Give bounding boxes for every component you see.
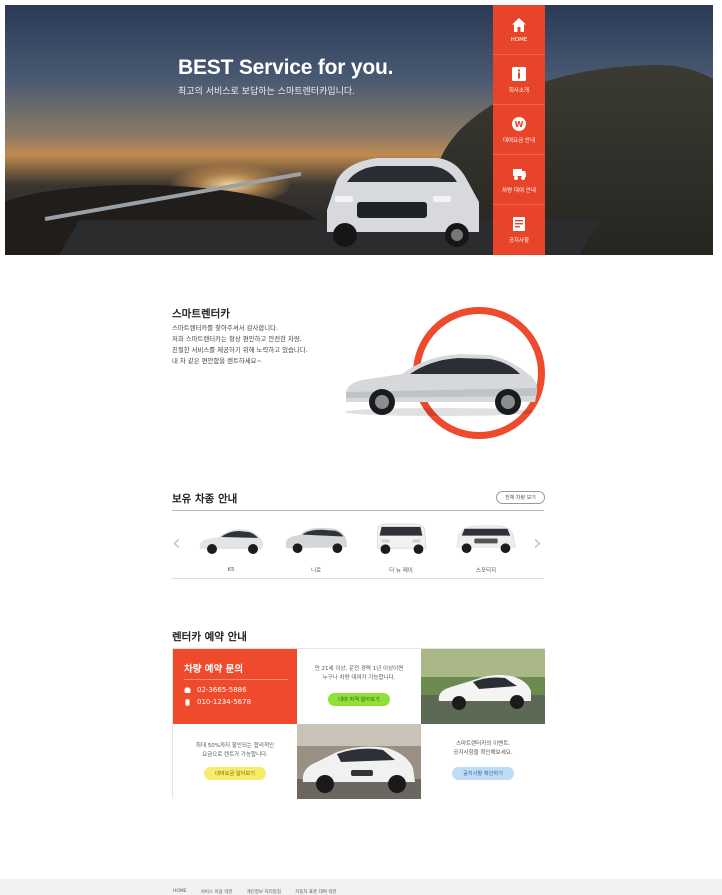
event-text: 스마트렌터카의 이벤트, 공지사항을 확인해보세요.	[421, 740, 545, 758]
carousel-next-icon[interactable]: ›	[533, 533, 542, 555]
reservation-grid: 차량 예약 문의 02-3665-5886 010-1234-5678 만 21…	[172, 648, 545, 799]
hero-banner: BEST Service for you. 최고의 서비스로 보답하는 스마트렌…	[5, 5, 713, 255]
vehicle-name: K5	[227, 567, 235, 573]
mobile-text: 010-1234-5678	[197, 698, 252, 706]
white-bmw-photo	[297, 724, 421, 799]
vehicles-section-title: 보유 차종 안내	[172, 493, 238, 505]
footer-link-terms[interactable]: 서비스 이용 약관	[201, 889, 233, 895]
age-text: 만 21세 이상, 운전 경력 1년 이상이면 누구나 차량 대여가 가능합니다…	[297, 665, 421, 683]
nav-notice[interactable]: 공지사항	[493, 205, 545, 255]
discount-box: 최대 50%까지 할인되는 합리적인 요금으로 렌트가 가능합니다. 대여요금 …	[173, 724, 297, 799]
footer-link-home[interactable]: HOME	[173, 889, 187, 895]
phone-text: 02-3665-5886	[197, 686, 247, 694]
intro-sedan-image	[345, 354, 538, 416]
nav-home-label: HOME	[510, 36, 528, 43]
footer-links: HOME 서비스 이용 약관 개인정보 처리방침 자동차 표준 대여 약관	[173, 889, 337, 895]
divider	[172, 510, 544, 511]
event-box: 스마트렌터카의 이벤트, 공지사항을 확인해보세요. 공지사항 확인하기	[421, 724, 545, 799]
notice-icon	[511, 216, 527, 232]
vehicle-name: 더 뉴 레이	[389, 568, 413, 574]
car-ray-image	[377, 523, 427, 555]
divider	[172, 578, 544, 579]
svg-text:W: W	[515, 120, 524, 129]
divider	[184, 679, 288, 680]
age-requirement-box: 만 21세 이상, 운전 경력 1년 이상이면 누구나 차량 대여가 가능합니다…	[297, 649, 421, 724]
nav-notice-label: 공지사항	[508, 238, 530, 244]
nav-about[interactable]: 회사소개	[493, 55, 545, 105]
nav-rental-guide[interactable]: 차량 대여 안내	[493, 155, 545, 205]
event-text-line: 공지사항을 확인해보세요.	[453, 750, 513, 756]
reservation-section-title: 렌터카 예약 안내	[172, 631, 247, 643]
phone-icon	[184, 687, 191, 694]
carousel-prev-icon[interactable]: ‹	[172, 533, 181, 555]
car-rental-icon	[511, 166, 527, 182]
nav-rental-guide-label: 차량 대여 안내	[502, 187, 536, 194]
nav-about-label: 회사소개	[508, 87, 530, 94]
footer-link-rental-terms[interactable]: 자동차 표준 대여 약관	[295, 889, 337, 895]
phone-number[interactable]: 02-3665-5886	[184, 686, 247, 694]
car-niro-image	[285, 527, 348, 554]
vehicle-card-ray[interactable]: 더 뉴 레이	[361, 518, 441, 574]
age-text-line: 만 21세 이상, 운전 경력 1년 이상이면	[314, 666, 404, 672]
footer-link-privacy[interactable]: 개인정보 처리방침	[247, 889, 282, 895]
discount-text-line: 요금으로 렌트가 가능합니다.	[202, 752, 268, 758]
car-k5-image	[199, 529, 264, 554]
intro-line: 친절한 서비스를 제공하기 위해 노력하고 있습니다.	[172, 346, 308, 354]
white-sports-car-photo	[421, 649, 545, 724]
mobile-icon	[184, 698, 191, 706]
vehicle-name: 스포티지	[475, 568, 497, 574]
reservation-inquiry-box: 차량 예약 문의 02-3665-5886 010-1234-5678	[173, 649, 297, 724]
mobile-number[interactable]: 010-1234-5678	[184, 698, 251, 706]
event-text-line: 스마트렌터카의 이벤트,	[455, 741, 511, 747]
hero-title: BEST Service for you.	[178, 56, 394, 79]
intro-line: 저희 스마트렌터카는 항상 편안하고 안전한 차량,	[172, 335, 302, 343]
vehicle-card-sportage[interactable]: 스포티지	[446, 518, 526, 574]
age-text-line: 누구나 차량 대여가 가능합니다.	[322, 675, 396, 681]
vehicle-name: 니로	[310, 568, 322, 574]
discount-text: 최대 50%까지 할인되는 합리적인 요금으로 렌트가 가능합니다.	[173, 742, 297, 760]
notice-button[interactable]: 공지사항 확인하기	[452, 767, 514, 780]
nav-rates[interactable]: W 대여요금 안내	[493, 105, 545, 155]
intro-line: 내 차 같은 편안함을 렌트하세요~	[172, 357, 262, 365]
side-navigation: HOME 회사소개 W 대여요금 안내 차량 대여 안내 공지사항	[493, 5, 545, 255]
hero-suv-image	[327, 158, 479, 247]
vehicle-card-niro[interactable]: 니로	[276, 518, 356, 574]
car-sportage-image	[456, 525, 516, 554]
nav-home[interactable]: HOME	[493, 5, 545, 55]
nav-rates-label: 대여요금 안내	[502, 137, 536, 144]
hero-subtitle: 최고의 서비스로 보답하는 스마트렌터카입니다.	[178, 87, 356, 97]
view-all-vehicles-button[interactable]: 전체 차량 보기	[496, 491, 545, 504]
rates-button[interactable]: 대여요금 알아보기	[204, 767, 266, 780]
inquiry-title: 차량 예약 문의	[184, 664, 244, 675]
info-icon	[511, 66, 527, 82]
vehicle-card-k5[interactable]: K5	[191, 518, 271, 574]
won-icon: W	[511, 116, 527, 132]
intro-line: 스마트렌터카를 찾아주셔서 감사합니다.	[172, 324, 279, 332]
intro-title: 스마트렌터카	[172, 308, 230, 320]
intro-text: 스마트렌터카를 찾아주셔서 감사합니다. 저희 스마트렌터카는 항상 편안하고 …	[172, 323, 308, 367]
footer	[0, 879, 722, 895]
discount-text-line: 최대 50%까지 할인되는 합리적인	[195, 743, 275, 749]
home-icon	[511, 17, 527, 33]
eligibility-button[interactable]: 대여 자격 알아보기	[328, 693, 390, 706]
